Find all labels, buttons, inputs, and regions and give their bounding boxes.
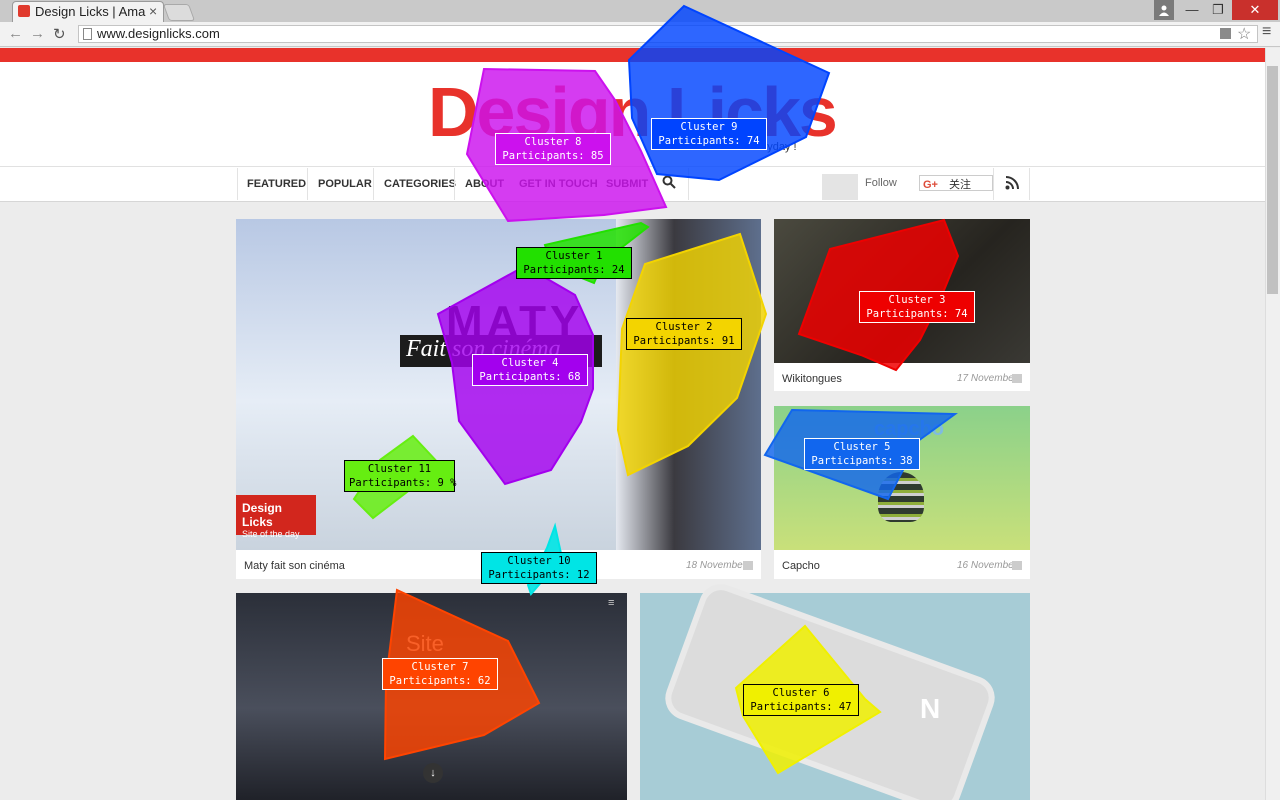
cluster-name: Cluster 3 [888,294,946,306]
beanie-image [878,472,924,522]
site-text: Site [406,631,444,656]
cluster-participants: Participants: 91 [633,335,735,347]
bookmark-icon[interactable] [743,561,753,570]
gplus-follow-label: 关注 [949,179,972,191]
scrollbar-thumb[interactable] [1267,66,1278,294]
cluster-1-label: Cluster 1 Participants: 24 [516,247,632,279]
cluster-participants: Participants: 62 [389,675,491,687]
user-profile-icon[interactable] [1154,0,1174,20]
cluster-4-label: Cluster 4 Participants: 68 [472,354,588,386]
web-page: Design Licks websites everyday ! FEATURE… [0,48,1265,800]
follow-label: Follow [865,177,897,189]
menu-icon[interactable]: ≡ [608,597,614,609]
cluster-name: Cluster 7 [411,661,469,673]
nav-popular[interactable]: POPULAR [318,178,372,190]
widget-thumb-icon [822,174,858,200]
reload-icon[interactable]: ↻ [53,25,66,43]
chrome-menu-icon[interactable]: ≡ [1262,23,1271,41]
rss-icon[interactable] [1005,176,1019,195]
cluster-name: Cluster 6 [772,687,830,699]
cluster-participants: Participants: 38 [811,455,913,467]
card-title[interactable]: Capcho [782,560,820,572]
restore-button[interactable]: ❐ [1206,0,1230,20]
site-favicon-icon [18,5,30,17]
scroll-down-icon[interactable]: ↓ [423,763,443,783]
post-card-capcho[interactable]: capcho Capcho 16 November [774,406,1030,579]
cluster-participants: Participants: 74 [658,135,760,147]
cluster-participants: Participants: 24 [523,264,625,276]
tab-title: Design Licks | Ama [35,4,146,19]
bookmark-icon[interactable] [1012,561,1022,570]
nav-featured[interactable]: FEATURED [247,178,306,190]
post-card-maty[interactable]: MATY Fait son cinéma Design Licks Site o… [236,219,761,579]
cluster-name: Cluster 11 [367,463,432,475]
cluster-participants: Participants: 12 [488,569,590,581]
card-date: 17 November [957,373,1018,384]
badge-title: Design Licks [242,501,283,529]
translate-icon[interactable] [1220,28,1231,39]
cluster-10-label: Cluster 10 Participants: 12 [481,552,597,584]
card-date: 18 November [686,560,747,571]
model-photo [616,219,761,550]
cluster-name: Cluster 9 [680,121,738,133]
post-card-site[interactable]: Site ≡ ↓ [236,593,627,800]
post-image: Site ≡ ↓ [236,593,627,800]
cluster-participants: Participants: 68 [479,371,581,383]
cluster-name: Cluster 10 [507,555,571,567]
nav-categories[interactable]: CATEGORIES [384,178,456,190]
cluster-7-label: Cluster 7 Participants: 62 [382,658,498,690]
cluster-name: Cluster 4 [501,357,559,369]
forward-icon[interactable]: → [30,25,45,42]
cluster-participants: Participants: 74 [866,308,968,320]
gplus-icon: G+ [923,179,938,191]
cluster-3-label: Cluster 3 Participants: 74 [859,291,975,323]
nav-get-in-touch[interactable]: GET IN TOUCH [519,178,598,190]
back-icon[interactable]: ← [8,25,23,42]
cluster-8-label: Cluster 8 Participants: 85 [495,133,611,165]
bookmark-icon[interactable] [1012,374,1022,383]
post-image: capcho [774,406,1030,550]
cluster-participants: Participants: 85 [502,150,604,162]
nav-divider [454,168,455,200]
site-of-the-day-badge: Design Licks Site of the day [236,495,316,539]
nav-about[interactable]: ABOUT [465,178,504,190]
badge-subtitle: Site of the day [242,529,300,539]
cluster-name: Cluster 5 [833,441,891,453]
cluster-11-label: Cluster 11 Participants: 9 % [344,460,457,492]
cluster-participants: Participants: 47 [750,701,852,713]
bookmark-star-icon[interactable]: ☆ [1237,24,1251,44]
nav-divider [307,168,308,200]
search-icon[interactable] [662,175,676,192]
card-title[interactable]: Maty fait son cinéma [244,560,345,572]
cluster-name: Cluster 1 [545,250,603,262]
cluster-name: Cluster 8 [524,136,582,148]
minimize-button[interactable]: — [1180,0,1204,20]
nav-divider [237,168,238,200]
url-text[interactable]: www.designlicks.com [97,26,220,41]
address-bar[interactable] [78,25,1258,43]
cluster-participants: Participants: 9 % [349,477,457,489]
tablet-text: N [920,693,941,724]
card-date: 16 November [957,560,1018,571]
tab-close-button[interactable]: × [149,3,157,19]
cluster-name: Cluster 2 [655,321,713,333]
close-window-button[interactable]: ✕ [1232,0,1278,20]
browser-tab[interactable]: Design Licks | Ama × [12,1,164,22]
nav-divider [688,168,689,200]
gplus-follow-button[interactable]: G+ 关注 [919,175,993,191]
page-icon [83,28,92,40]
nav-divider [373,168,374,200]
top-red-bar [0,48,1265,62]
nav-divider [993,168,994,200]
site-logo[interactable]: Design Licks [428,72,838,152]
card-title[interactable]: Wikitongues [782,373,842,385]
cluster-5-label: Cluster 5 Participants: 38 [804,438,920,470]
cluster-2-label: Cluster 2 Participants: 91 [626,318,742,350]
cluster-6-label: Cluster 6 Participants: 47 [743,684,859,716]
cluster-9-label: Cluster 9 Participants: 74 [651,118,767,150]
nav-divider [1029,168,1030,200]
nav-submit[interactable]: SUBMIT [606,178,648,190]
